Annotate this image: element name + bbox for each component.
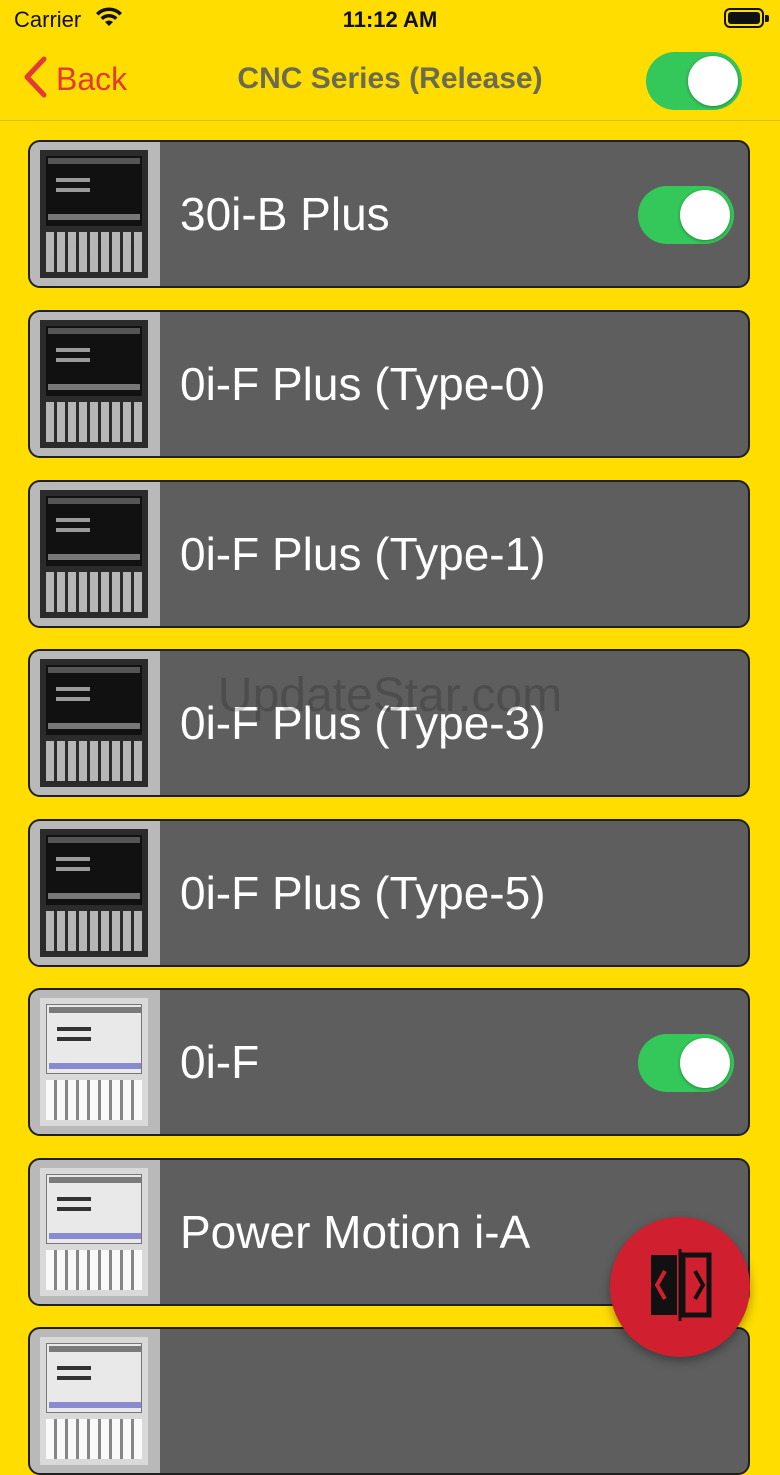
cnc-panel-thumbnail xyxy=(30,482,160,626)
switch-panel-button[interactable] xyxy=(610,1217,750,1357)
item-label: 0i-F Plus (Type-3) xyxy=(180,697,546,749)
navigation-bar: Back CNC Series (Release) xyxy=(0,40,780,120)
cnc-panel-thumbnail xyxy=(30,990,160,1134)
cnc-panel-thumbnail xyxy=(30,821,160,965)
item-label: 30i-B Plus xyxy=(180,188,390,240)
nav-divider xyxy=(0,120,780,121)
status-bar: Carrier 11:12 AM xyxy=(0,0,780,40)
cnc-panel-thumbnail xyxy=(30,312,160,456)
item-label: 0i-F Plus (Type-5) xyxy=(180,867,546,919)
cnc-panel-thumbnail xyxy=(30,142,160,286)
list-item[interactable]: 0i-F Plus (Type-0) xyxy=(28,310,750,458)
cnc-panel-thumbnail xyxy=(30,651,160,795)
list-item[interactable]: 0i-F Plus (Type-1) xyxy=(28,480,750,628)
item-label: 0i-F xyxy=(180,1036,260,1088)
list-item[interactable]: 0i-F Plus (Type-5) xyxy=(28,819,750,967)
item-label: 0i-F Plus (Type-1) xyxy=(180,528,546,580)
item-label: Power Motion i-A xyxy=(180,1206,531,1258)
list-item[interactable]: 0i-F Plus (Type-3) xyxy=(28,649,750,797)
battery-icon xyxy=(724,8,769,28)
list-item[interactable]: 30i-B Plus xyxy=(28,140,750,288)
clock: 11:12 AM xyxy=(342,7,438,32)
release-toggle[interactable] xyxy=(646,52,742,110)
item-toggle[interactable] xyxy=(638,186,734,244)
switch-panel-icon xyxy=(645,1245,715,1330)
cnc-panel-thumbnail xyxy=(30,1329,160,1473)
cnc-panel-thumbnail xyxy=(30,1160,160,1304)
list-item[interactable] xyxy=(28,1327,750,1475)
list-item[interactable]: 0i-F xyxy=(28,988,750,1136)
item-label: 0i-F Plus (Type-0) xyxy=(180,358,546,410)
item-toggle[interactable] xyxy=(638,1034,734,1092)
